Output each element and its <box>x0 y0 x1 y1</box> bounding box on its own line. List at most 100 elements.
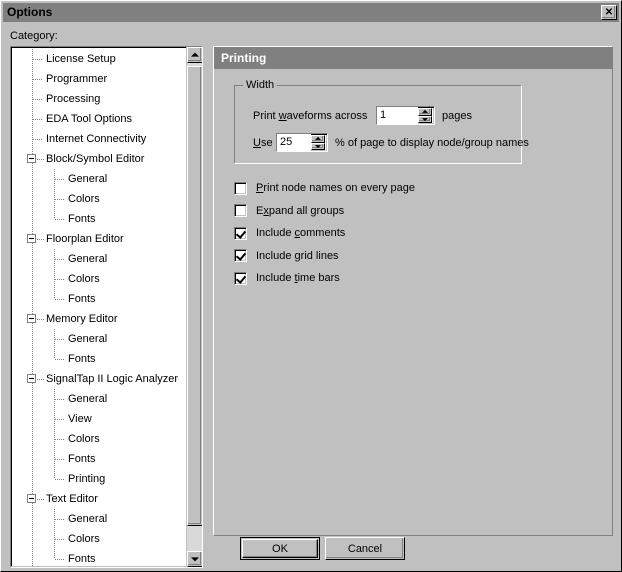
percent-value[interactable]: 25 <box>277 134 311 151</box>
print-across-accel: w <box>278 110 287 122</box>
tree-item[interactable]: General <box>11 329 186 349</box>
tree-guide-line <box>54 469 55 479</box>
tree-item[interactable]: Colors <box>11 529 186 549</box>
print-node-names-checkbox[interactable]: Print node names on every page <box>234 180 415 196</box>
tree-guide-line <box>32 409 33 429</box>
pages-across-spin-buttons <box>418 108 432 123</box>
percent-decrement-button[interactable] <box>311 142 325 150</box>
tree-item-label: EDA Tool Options <box>46 113 133 125</box>
tree-item[interactable]: Internet Connectivity <box>11 129 186 149</box>
tree-item[interactable]: General <box>11 389 186 409</box>
tree-guide-line <box>55 359 65 360</box>
tree-guide-line <box>54 349 55 359</box>
tree-item-label: General <box>68 173 108 185</box>
checkbox-label-prefix: Include <box>256 249 295 262</box>
include-grid-lines-checkbox-label: Include grid lines <box>256 250 339 262</box>
tree-guide-line <box>55 179 65 180</box>
tree-guide-line <box>33 119 43 120</box>
tree-item-label: Colors <box>68 533 100 545</box>
cancel-button-label: Cancel <box>347 542 383 555</box>
category-tree-scrollbar[interactable] <box>186 47 202 567</box>
checkbox-unchecked-icon[interactable] <box>234 181 247 195</box>
checkbox-checked-icon[interactable] <box>234 271 247 285</box>
options-dialog: Options ✕ Category: License Setup Program… <box>0 0 622 572</box>
tree-item[interactable]: View <box>11 409 186 429</box>
tree-item[interactable]: Fonts <box>11 209 186 229</box>
include-time-bars-checkbox[interactable]: Include time bars <box>234 270 340 286</box>
tree-item[interactable]: Colors <box>11 269 186 289</box>
tree-item[interactable]: Processing <box>11 89 186 109</box>
tree-guide-line <box>33 99 43 100</box>
tree-collapse-icon[interactable] <box>27 154 36 163</box>
tree-item[interactable]: Fonts <box>11 449 186 469</box>
expand-all-groups-checkbox[interactable]: Expand all groups <box>234 203 344 219</box>
tree-item[interactable]: Colors <box>11 429 186 449</box>
use-accel: U <box>253 137 261 149</box>
dialog-body: Category: License Setup Programmer Process… <box>3 24 619 569</box>
checkbox-label-rest: pand all groups <box>268 204 345 217</box>
category-tree[interactable]: License Setup Programmer Processing EDA Too… <box>10 46 203 568</box>
use-label: Use <box>253 137 273 149</box>
tree-guide-line <box>55 279 65 280</box>
percent-increment-button[interactable] <box>311 135 325 143</box>
tree-item-label: Internet Connectivity <box>46 133 147 145</box>
tree-item-label: General <box>68 513 108 525</box>
pages-across-decrement-button[interactable] <box>418 115 432 123</box>
tree-item[interactable]: EDA Tool Options <box>11 109 186 129</box>
tree-guide-line <box>32 529 33 549</box>
tree-item[interactable]: License Setup <box>11 49 186 69</box>
tree-item[interactable]: General <box>11 169 186 189</box>
title-bar[interactable]: Options ✕ <box>3 3 619 22</box>
scrollbar-thumb[interactable] <box>187 66 202 526</box>
tree-collapse-icon[interactable] <box>27 314 36 323</box>
tree-item[interactable]: General <box>11 249 186 269</box>
tree-item-label: SignalTap II Logic Analyzer <box>46 373 179 385</box>
tree-item[interactable]: Text Editor <box>11 489 186 509</box>
tree-item[interactable]: Printing <box>11 469 186 489</box>
ok-button[interactable]: OK <box>240 537 320 560</box>
percent-suffix-row: % of page to display node/group names <box>335 137 529 149</box>
category-label: Category: <box>10 30 58 42</box>
ok-button-label: OK <box>272 542 288 555</box>
tree-item[interactable]: Fonts <box>11 549 186 567</box>
tree-collapse-icon[interactable] <box>27 234 36 243</box>
tree-item-label: Fonts <box>68 213 96 225</box>
checkbox-unchecked-icon[interactable] <box>234 204 247 217</box>
tree-item[interactable]: General <box>11 509 186 529</box>
pages-suffix-label: pages <box>442 110 472 122</box>
tree-item[interactable]: Block/Symbol Editor <box>11 149 186 169</box>
tree-item[interactable]: Fonts <box>11 349 186 369</box>
pages-across-spinner[interactable]: 1 <box>376 106 435 125</box>
tree-guide-line <box>55 419 65 420</box>
include-comments-checkbox[interactable]: Include comments <box>234 225 345 241</box>
tree-guide-line <box>37 499 44 500</box>
checkbox-checked-icon[interactable] <box>234 226 247 240</box>
tree-collapse-icon[interactable] <box>27 494 36 503</box>
include-grid-lines-checkbox[interactable]: Include grid lines <box>234 248 339 264</box>
tree-item[interactable]: Programmer <box>11 69 186 89</box>
tree-item-label: General <box>68 333 108 345</box>
use-percent-row: Use <box>253 137 273 149</box>
tree-item-label: Text Editor <box>46 493 98 505</box>
checkbox-label-rest: omments <box>300 227 346 239</box>
scroll-down-button[interactable] <box>187 551 202 567</box>
tree-guide-line <box>54 289 55 299</box>
tree-item-label: Floorplan Editor <box>46 233 124 245</box>
tree-collapse-icon[interactable] <box>27 374 36 383</box>
tree-item[interactable]: Memory Editor <box>11 309 186 329</box>
tree-item[interactable]: Floorplan Editor <box>11 229 186 249</box>
pages-across-value[interactable]: 1 <box>377 107 418 124</box>
percent-suffix-label: % of page to display node/group names <box>335 137 529 149</box>
percent-spinner[interactable]: 25 <box>276 133 328 152</box>
tree-item[interactable]: SignalTap II Logic Analyzer <box>11 369 186 389</box>
tree-item[interactable]: Fonts <box>11 289 186 309</box>
tree-guide-line <box>32 469 33 489</box>
close-button[interactable]: ✕ <box>601 5 617 20</box>
pages-across-increment-button[interactable] <box>418 108 432 116</box>
tree-guide-line <box>32 169 33 189</box>
cancel-button[interactable]: Cancel <box>325 537 405 560</box>
checkbox-checked-icon[interactable] <box>234 249 247 262</box>
tree-item[interactable]: Colors <box>11 189 186 209</box>
scroll-up-button[interactable] <box>187 47 202 63</box>
tree-guide-line <box>33 139 43 140</box>
